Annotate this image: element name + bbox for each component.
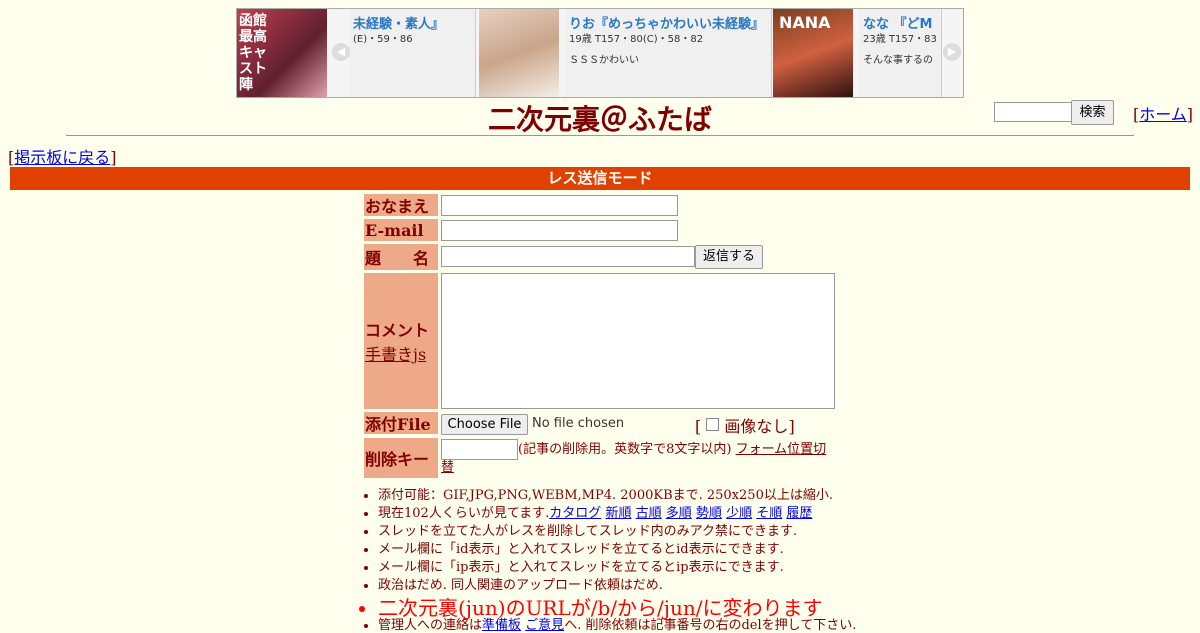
rule-item: 管理人への連絡は準備板 ご意見へ. 削除依頼は記事番号の右のdelを押して下さい…	[378, 614, 856, 633]
search-button[interactable]: 検索	[1071, 100, 1114, 125]
chevron-left-icon[interactable]: ◀	[332, 43, 350, 61]
rule-item: 添付可能：GIF,JPG,PNG,WEBM,MP4. 2000KBまで. 250…	[378, 484, 844, 503]
banner-card-desc: そんな事するの	[863, 55, 933, 66]
divider	[66, 135, 1134, 136]
banner-card-2[interactable]: りお『めっちゃかわいい未経験』 19歳 T157・80(C)・58・82 ＳＳＳ…	[565, 9, 772, 97]
banner-card-1[interactable]: 未経験・素人』 (E)・59・86	[349, 9, 476, 97]
file-status: No file chosen	[532, 416, 625, 431]
history-link[interactable]: 履歴	[786, 506, 812, 521]
banner-thumb-nana-text: NANA	[779, 13, 831, 32]
prep-board-link[interactable]: 準備板	[482, 618, 521, 633]
delete-key-label: 削除キー	[364, 438, 438, 478]
subject-label: 題 名	[364, 244, 438, 270]
rule-item: メール欄に「ip表示」と入れてスレッドを立てるとip表示にできます.	[378, 556, 844, 575]
banner-thumb-nana[interactable]: NANA	[773, 9, 853, 97]
choose-file-button[interactable]: Choose File	[441, 414, 528, 435]
banner-thumb-left-text: 函館最高キャスト陣	[239, 13, 267, 93]
name-label: おなまえ	[364, 194, 438, 216]
banner-card-stats: (E)・59・86	[353, 34, 413, 45]
rule-item: スレッドを立てた人がレスを削除してスレッド内のみアク禁にできます.	[378, 520, 844, 539]
contact-suffix: へ. 削除依頼は記事番号の右のdelを押して下さい.	[564, 618, 857, 633]
catalog-link[interactable]: カタログ	[549, 506, 601, 521]
name-field[interactable]	[441, 195, 678, 216]
sort-so-link[interactable]: そ順	[756, 506, 782, 521]
comment-label: コメント	[365, 321, 430, 340]
no-image-wrap: [ 画像なし]	[695, 417, 795, 436]
contact-prefix: 管理人への連絡は	[378, 618, 483, 633]
viewer-count: 現在102人くらいが見てます.	[378, 506, 550, 521]
chevron-right-icon[interactable]: ▶	[943, 43, 961, 61]
banner-thumb-rio[interactable]	[479, 9, 559, 97]
back-to-board-link[interactable]: 掲示板に戻る	[14, 148, 110, 167]
email-field[interactable]	[441, 220, 678, 241]
sort-few-link[interactable]: 少順	[726, 506, 752, 521]
comment-textarea[interactable]	[441, 273, 835, 409]
home-link[interactable]: ホーム	[1139, 105, 1187, 124]
no-image-checkbox[interactable]	[706, 418, 720, 431]
banner-card-stats: 19歳 T157・80(C)・58・82	[569, 34, 704, 45]
no-image-label: 画像なし	[724, 417, 789, 436]
sort-momentum-link[interactable]: 勢順	[696, 506, 722, 521]
rules-list: 添付可能：GIF,JPG,PNG,WEBM,MP4. 2000KBまで. 250…	[364, 484, 856, 633]
sort-old-link[interactable]: 古順	[636, 506, 662, 521]
email-label: E-mail	[364, 219, 438, 241]
sort-many-link[interactable]: 多順	[666, 506, 692, 521]
file-label: 添付File	[364, 412, 438, 434]
ad-banner[interactable]: 函館最高キャスト陣 未経験・素人』 (E)・59・86 りお『めっちゃかわいい未…	[236, 8, 964, 98]
banner-card-3[interactable]: なな 『どM 23歳 T157・83 そんな事するの	[859, 9, 942, 97]
banner-thumb-left[interactable]: 函館最高キャスト陣	[237, 9, 327, 97]
search-input[interactable]	[994, 102, 1072, 122]
home-link-wrap: [ホーム]	[1133, 105, 1194, 124]
rule-item: メール欄に「id表示」と入れてスレッドを立てるとid表示にできます.	[378, 538, 844, 557]
comment-label-cell: コメント 手書きjs	[364, 273, 438, 409]
back-link-wrap: [掲示板に戻る]	[8, 148, 117, 167]
mode-bar: レス送信モード	[10, 167, 1190, 190]
rule-item: 現在102人くらいが見てます.カタログ 新順 古順 多順 勢順 少順 そ順 履歴	[378, 502, 844, 521]
handwrite-link[interactable]: 手書きjs	[365, 341, 426, 365]
subject-field[interactable]	[441, 246, 695, 267]
delete-key-note-wrap: (記事の削除用。英数字で8文字以内) フォーム位置切替	[441, 441, 836, 477]
banner-card-stats: 23歳 T157・83	[863, 34, 937, 45]
rule-item: 政治はだめ. 同人関連のアップロード依頼はだめ.	[378, 574, 844, 593]
feedback-link[interactable]: ご意見	[525, 618, 564, 633]
delete-key-note: (記事の削除用。英数字で8文字以内)	[518, 442, 732, 457]
submit-button[interactable]: 返信する	[695, 245, 763, 269]
banner-card-desc: ＳＳＳかわいい	[569, 55, 639, 66]
sort-new-link[interactable]: 新順	[605, 506, 631, 521]
url-change-notice: 二次元裏(jun)のURLが/b/から/jun/に変わります	[378, 592, 844, 620]
